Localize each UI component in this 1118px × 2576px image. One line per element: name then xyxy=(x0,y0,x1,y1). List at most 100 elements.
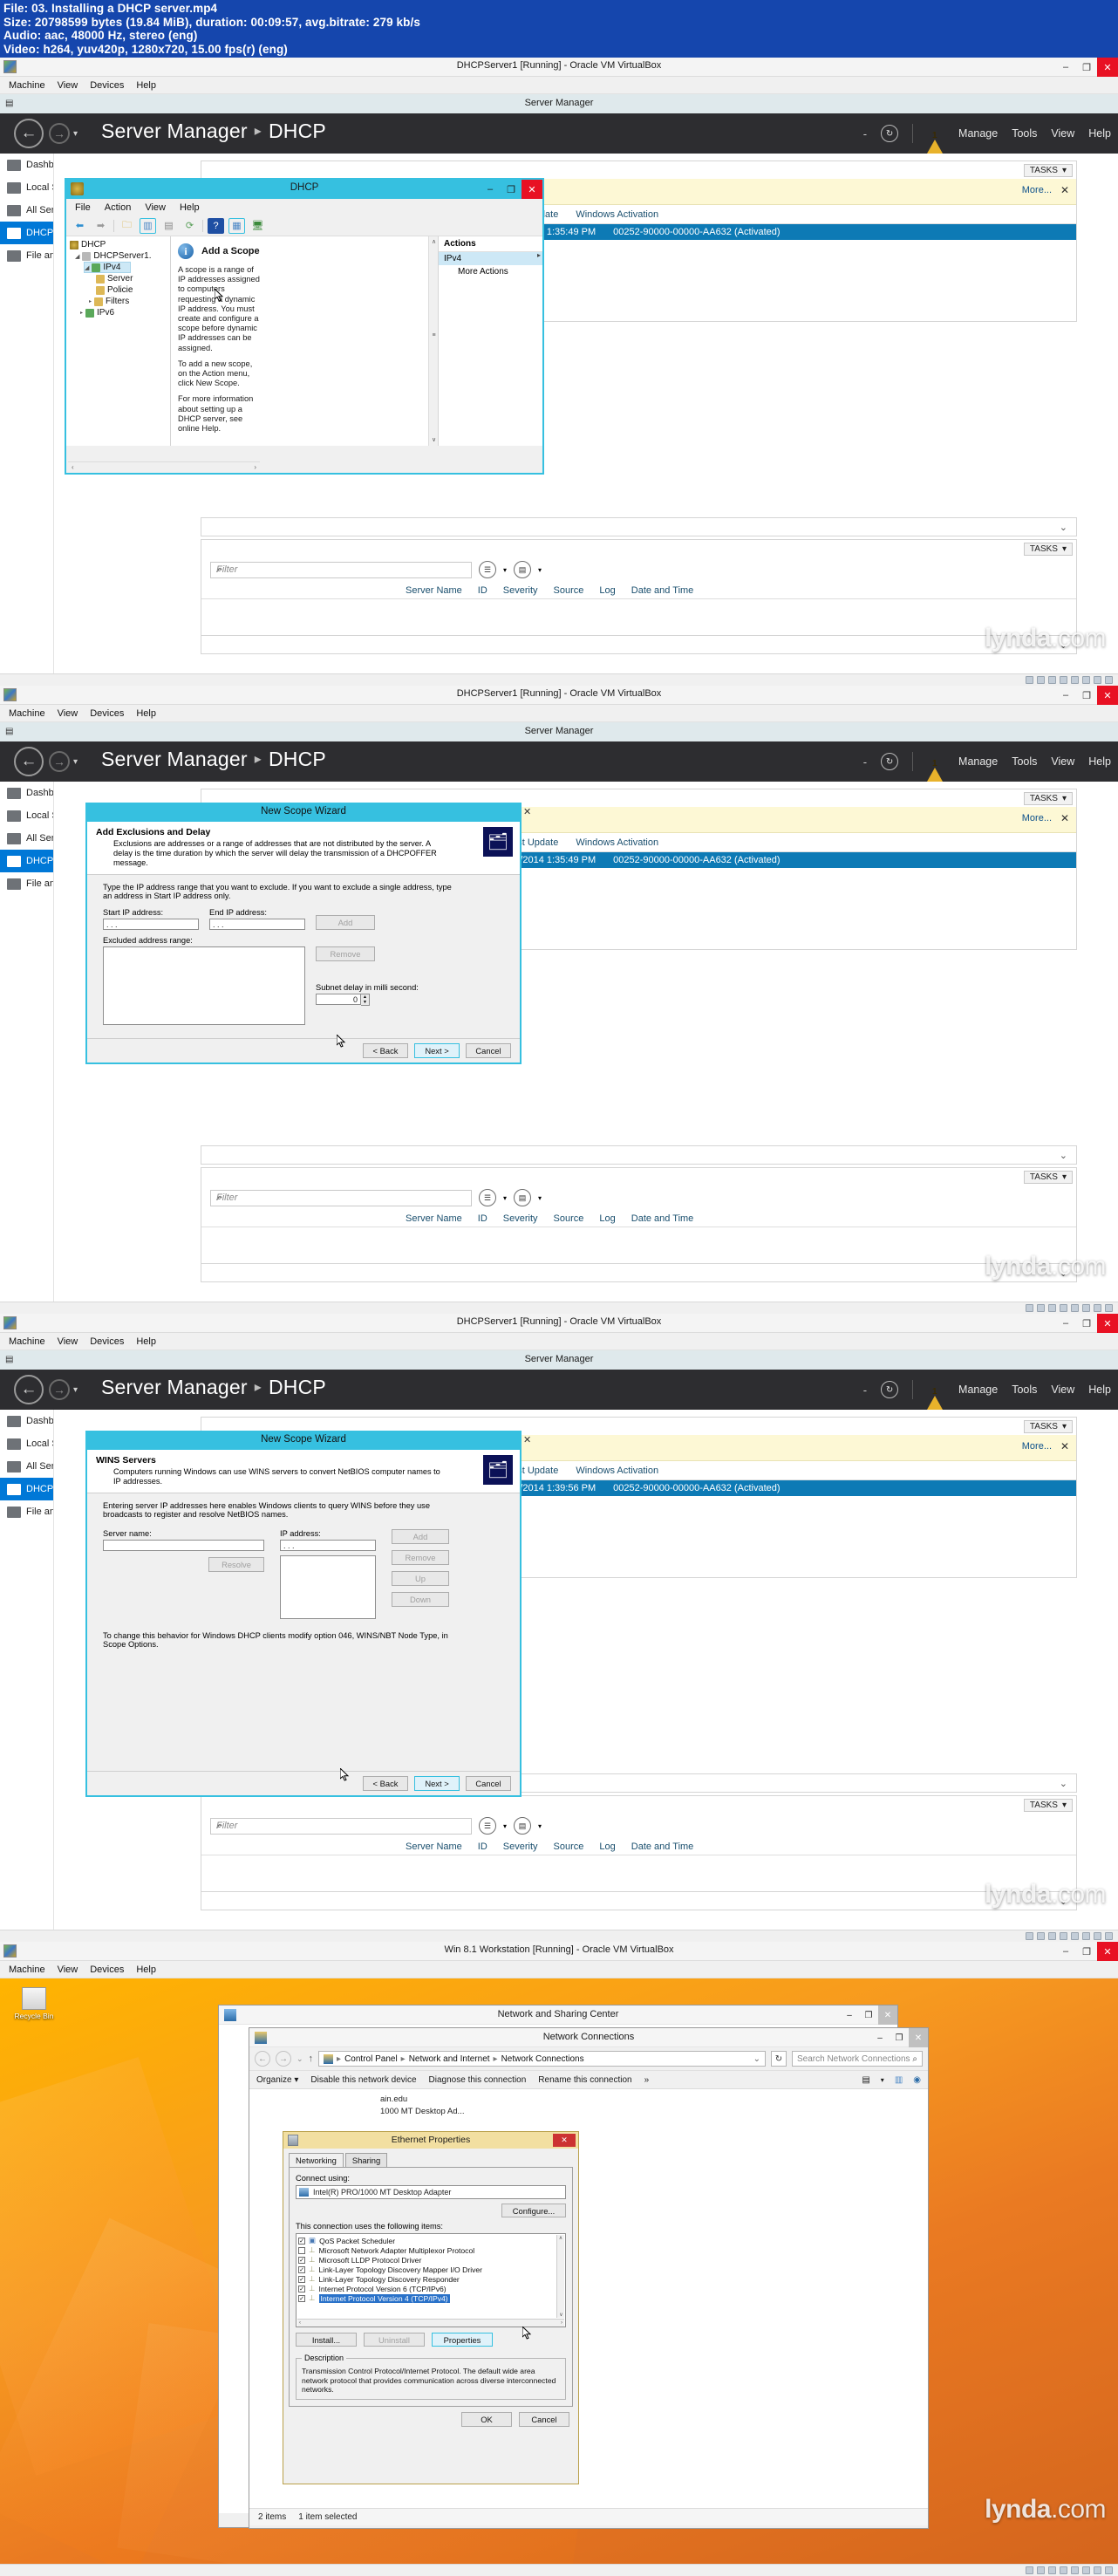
list-view-icon-nc[interactable]: ▤ xyxy=(862,2075,869,2085)
dhcp-minimize-button[interactable]: – xyxy=(480,180,501,199)
tasks-button-3[interactable]: TASKS ▾ xyxy=(1023,1419,1073,1433)
sidebar-item-dashboard-3[interactable]: Dashboard xyxy=(0,1410,53,1432)
nc-close-button[interactable]: ✕ xyxy=(909,2028,928,2047)
cmd-diagnose[interactable]: Diagnose this connection xyxy=(429,2075,527,2085)
tab-sharing[interactable]: Sharing xyxy=(344,2153,388,2167)
maximize-button-3[interactable]: ❐ xyxy=(1076,1314,1097,1333)
wizard-back-button-wins[interactable]: < Back xyxy=(363,1776,408,1791)
properties-icon[interactable]: ▤ xyxy=(160,218,177,234)
tree-node-dhcp[interactable]: DHCP xyxy=(66,239,170,250)
col-log-3[interactable]: Log xyxy=(591,1841,623,1852)
col-server-name-1[interactable]: Server Name xyxy=(398,585,470,596)
list-item-ipv4[interactable]: ✓ ⊥ Internet Protocol Version 4 (TCP/IPv… xyxy=(298,2293,563,2303)
wins-remove-button[interactable]: Remove xyxy=(392,1550,449,1565)
notification-flag-icon-2[interactable]: 1 xyxy=(927,755,944,782)
sm-forward-button-3[interactable]: → xyxy=(49,1379,70,1400)
maximize-button-2[interactable]: ❐ xyxy=(1076,686,1097,705)
dhcp-menu-file[interactable]: File xyxy=(75,202,91,213)
sidebar-item-dashboard-2[interactable]: Dashboard xyxy=(0,782,53,804)
menu-devices[interactable]: Devices xyxy=(90,80,124,91)
sidebar-item-dhcp[interactable]: DHCP xyxy=(0,222,53,244)
sm-forward-button-2[interactable]: → xyxy=(49,751,70,772)
wizard-cancel-button-exclusions[interactable]: Cancel xyxy=(466,1043,511,1058)
sm-back-button-3[interactable]: ← xyxy=(14,1375,44,1404)
tree-node-filters[interactable]: ▸ Filters xyxy=(66,296,170,307)
sidebar-item-local-server[interactable]: Local Server xyxy=(0,176,53,199)
cmd-rename[interactable]: Rename this connection xyxy=(538,2075,631,2085)
close-icon-notification-3[interactable]: ✕ xyxy=(1060,1440,1069,1452)
sm-manage-menu-1[interactable]: Manage xyxy=(958,127,998,140)
breadcrumb-root-1[interactable]: Server Manager xyxy=(101,120,248,142)
list-item-multiplexor[interactable]: ⊥ Microsoft Network Adapter Multiplexor … xyxy=(298,2245,563,2255)
components-scroll-down-icon[interactable]: ∨ xyxy=(557,2312,565,2318)
notification-flag-icon-3[interactable]: 1 xyxy=(927,1384,944,1410)
collapsed-tile-6[interactable]: ⌄ xyxy=(201,1891,1077,1910)
dhcp-close-button[interactable]: ✕ xyxy=(522,180,542,199)
wins-server-name-input[interactable] xyxy=(103,1540,264,1551)
remove-exclusion-button[interactable]: Remove xyxy=(316,946,375,961)
list-item-ipv6[interactable]: ✓ ⊥ Internet Protocol Version 6 (TCP/IPv… xyxy=(298,2284,563,2293)
refresh-icon-dhcp[interactable]: ⟳ xyxy=(181,218,198,234)
breadcrumb-root-2[interactable]: Server Manager xyxy=(101,748,248,770)
checkbox-lltd-mapper[interactable]: ✓ xyxy=(298,2265,305,2273)
col-severity-3[interactable]: Severity xyxy=(495,1841,546,1852)
refresh-icon-nc[interactable]: ↻ xyxy=(771,2051,787,2067)
col-log-2[interactable]: Log xyxy=(591,1213,623,1224)
menu-help[interactable]: Help xyxy=(136,80,156,91)
checkbox-ipv6[interactable]: ✓ xyxy=(298,2285,305,2292)
checkbox-qos[interactable]: ✓ xyxy=(298,2237,305,2245)
wizard-host-close-icon-1[interactable]: ✕ xyxy=(523,806,531,817)
sidebar-item-file-storage[interactable]: File and Storage Services xyxy=(0,244,53,267)
menu-help-2[interactable]: Help xyxy=(136,708,156,719)
address-caret-icon-nc[interactable]: ⌄ xyxy=(753,2054,760,2064)
collapse-caret-3[interactable]: ⌄ xyxy=(1060,1150,1067,1161)
subnet-delay-spinner[interactable]: ▲ ▼ xyxy=(361,994,370,1006)
components-listbox[interactable]: ✓ ▣ QoS Packet Scheduler ⊥ Microsoft Net… xyxy=(296,2233,566,2327)
components-scroll-up-icon[interactable]: ∧ xyxy=(557,2235,564,2241)
help-icon-dhcp[interactable]: ? xyxy=(208,217,224,234)
dhcp-hscrollbar[interactable]: ‹ › xyxy=(68,461,260,471)
tree-node-dhcpserver1[interactable]: ◢ DHCPServer1. xyxy=(66,250,170,262)
notification-flag-icon-1[interactable]: 1 xyxy=(927,127,944,154)
help-icon-nc[interactable]: ◉ xyxy=(913,2075,921,2085)
sidebar-item-file-storage-3[interactable]: File and Storage Services xyxy=(0,1500,53,1523)
sm-nav-caret-3[interactable]: ▾ xyxy=(73,1385,78,1395)
maximize-button-4[interactable]: ❐ xyxy=(1076,1942,1097,1961)
maximize-button[interactable]: ❐ xyxy=(1076,58,1097,77)
col-windows-activation-3[interactable]: Windows Activation xyxy=(567,1466,667,1476)
subnet-delay-input[interactable]: 0 xyxy=(316,994,361,1005)
list-item-lldp[interactable]: ✓ ⊥ Microsoft LLDP Protocol Driver xyxy=(298,2255,563,2265)
sm-help-menu-2[interactable]: Help xyxy=(1088,755,1111,768)
sm-help-menu-1[interactable]: Help xyxy=(1088,127,1111,140)
refresh-icon-2[interactable]: ↻ xyxy=(881,753,899,770)
minimize-button-3[interactable]: – xyxy=(1055,1314,1076,1333)
collapsed-tile-1[interactable]: ⌄ xyxy=(201,517,1077,536)
sm-view-menu-1[interactable]: View xyxy=(1051,127,1074,140)
close-button-2[interactable]: ✕ xyxy=(1097,686,1118,705)
ok-button[interactable]: OK xyxy=(461,2411,512,2427)
tasks-button-events-2[interactable]: TASKS ▾ xyxy=(1023,1170,1073,1184)
list-item-qos[interactable]: ✓ ▣ QoS Packet Scheduler xyxy=(298,2236,563,2245)
wizard-cancel-button-wins[interactable]: Cancel xyxy=(466,1776,511,1791)
menu-machine-2[interactable]: Machine xyxy=(9,708,45,719)
menu-view-4[interactable]: View xyxy=(58,1964,78,1975)
col-id-3[interactable]: ID xyxy=(470,1841,495,1852)
checkbox-lltd-responder[interactable]: ✓ xyxy=(298,2275,305,2283)
sidebar-item-local-server-3[interactable]: Local Server xyxy=(0,1432,53,1455)
col-severity-2[interactable]: Severity xyxy=(495,1213,546,1224)
save-query-icon-1[interactable]: ▤ xyxy=(514,561,532,578)
back-arrow-icon[interactable]: ⬅ xyxy=(72,218,88,234)
col-windows-activation-2[interactable]: Windows Activation xyxy=(567,837,667,848)
actions-expand-caret[interactable]: ▸ xyxy=(537,251,541,259)
scroll-down-icon[interactable]: ∨ xyxy=(430,436,438,444)
menu-machine-4[interactable]: Machine xyxy=(9,1964,45,1975)
end-ip-input[interactable]: . . . xyxy=(209,919,305,930)
collapsed-tile-2[interactable]: ⌄ xyxy=(201,635,1077,654)
tasks-button-events-3[interactable]: TASKS ▾ xyxy=(1023,1798,1073,1812)
minimize-button[interactable]: – xyxy=(1055,58,1076,77)
col-id-1[interactable]: ID xyxy=(470,585,495,596)
col-date-time-3[interactable]: Date and Time xyxy=(624,1841,702,1852)
sm-tools-menu-2[interactable]: Tools xyxy=(1012,755,1037,768)
console-icon[interactable]: 🖥 xyxy=(249,218,266,234)
ethp-close-button[interactable]: ✕ xyxy=(553,2134,576,2147)
